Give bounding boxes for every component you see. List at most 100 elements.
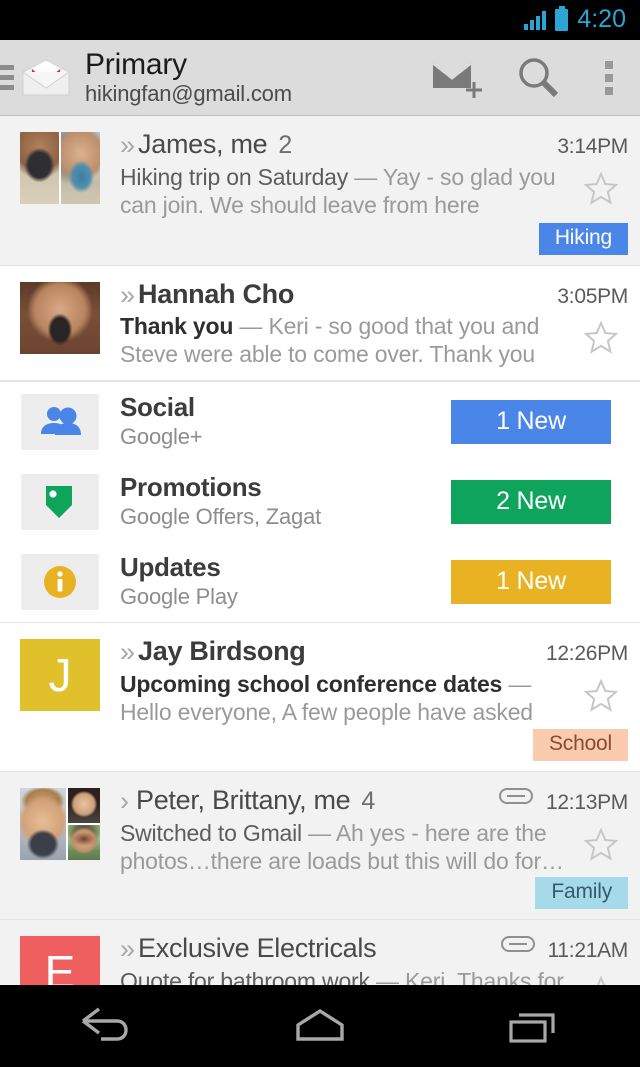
price-tag-icon: [42, 483, 78, 521]
snippet: Upcoming school conference dates — Hello…: [120, 670, 574, 728]
snippet: Hiking trip on Saturday — Yay - so glad …: [120, 163, 574, 221]
snippet: Switched to Gmail — Ah yes - here are th…: [120, 819, 574, 875]
conversation-content: › Peter, Brittany, me 4 12:13PM Switched…: [120, 786, 640, 919]
status-bar: 4:20: [0, 0, 640, 40]
snippet: Thank you — Keri - so good that you and …: [120, 312, 574, 370]
message-count: 4: [361, 787, 375, 816]
dash: —: [354, 164, 377, 190]
avatar-cell: [0, 280, 120, 380]
conversation-header: » Hannah Cho 3:05PM: [120, 280, 628, 310]
subject: Upcoming school conference dates: [120, 671, 502, 697]
category-row-social[interactable]: Social Google+ 1 New: [0, 382, 640, 462]
dash: —: [239, 313, 262, 339]
label-strip: School: [120, 729, 628, 761]
avatar-photo: [68, 825, 100, 860]
info-icon: [41, 563, 79, 601]
avatar-cell: J: [0, 637, 120, 771]
conversation-header: › Peter, Brittany, me 4 12:13PM: [120, 786, 628, 816]
avatar-photo: [20, 788, 66, 860]
compose-button[interactable]: [416, 40, 497, 115]
avatar-cell: [0, 130, 120, 265]
status-clock: 4:20: [577, 7, 626, 34]
hamburger-menu-icon[interactable]: [0, 65, 16, 90]
page-title: Primary: [85, 49, 416, 81]
avatar: [20, 132, 100, 204]
category-title: Promotions: [120, 473, 451, 502]
dash: —: [508, 671, 531, 697]
double-chevron-icon: »: [120, 639, 131, 666]
category-text: Social Google+: [120, 393, 451, 451]
android-nav-bar: [0, 985, 640, 1067]
back-nav-button[interactable]: [0, 985, 213, 1067]
account-email: hikingfan@gmail.com: [85, 82, 416, 107]
conversation-content: » Jay Birdsong 12:26PM Upcoming school c…: [120, 637, 640, 771]
star-outline-icon: [584, 828, 618, 861]
category-row-updates[interactable]: Updates Google Play 1 New: [0, 542, 640, 622]
dash: —: [308, 820, 331, 846]
snippet-text: Hello everyone, A few people have asked …: [120, 699, 533, 727]
recents-nav-icon: [501, 1005, 565, 1047]
search-icon: [514, 54, 562, 102]
category-badge[interactable]: 2 New: [451, 480, 611, 524]
category-row-promotions[interactable]: Promotions Google Offers, Zagat 2 New: [0, 462, 640, 542]
recents-nav-button[interactable]: [427, 985, 640, 1067]
sender-name: Jay Birdsong: [138, 637, 305, 667]
conversation-row[interactable]: › Peter, Brittany, me 4 12:13PM Switched…: [0, 772, 640, 920]
home-nav-button[interactable]: [213, 985, 426, 1067]
single-chevron-icon: ›: [120, 788, 129, 815]
category-icon-cell: [0, 394, 120, 450]
category-subtitle: Google Offers, Zagat: [120, 504, 451, 530]
sender-name: James, me: [138, 130, 267, 160]
category-badge[interactable]: 1 New: [451, 400, 611, 444]
message-count: 2: [278, 131, 292, 160]
search-button[interactable]: [497, 40, 578, 115]
label-chip[interactable]: Hiking: [539, 223, 628, 255]
category-icon-bg: [21, 394, 99, 450]
label-chip[interactable]: Family: [535, 877, 628, 909]
star-button[interactable]: [574, 670, 628, 712]
category-badge[interactable]: 1 New: [451, 560, 611, 604]
conversation-row[interactable]: » James, me 2 3:14PM Hiking trip on Satu…: [0, 116, 640, 266]
conversation-row[interactable]: J » Jay Birdsong 12:26PM Upcoming school…: [0, 623, 640, 772]
conversation-row[interactable]: » Hannah Cho 3:05PM Thank you — Keri - s…: [0, 266, 640, 381]
category-icon-bg: [21, 554, 99, 610]
sender-name: Peter, Brittany, me: [136, 786, 350, 816]
avatar-cell: [0, 786, 120, 919]
category-title: Social: [120, 393, 451, 422]
star-button[interactable]: [574, 312, 628, 354]
app-bar-titles[interactable]: Primary hikingfan@gmail.com: [85, 49, 416, 107]
double-chevron-icon: »: [120, 132, 131, 159]
star-outline-icon: [584, 321, 618, 354]
star-button[interactable]: [574, 163, 628, 205]
conversation-header: » Exclusive Electricals 11:21AM: [120, 934, 628, 964]
overflow-button[interactable]: [578, 40, 640, 115]
sender-name: Exclusive Electricals: [138, 934, 376, 964]
category-group: Social Google+ 1 New Promotions G: [0, 381, 640, 623]
label-strip: Family: [120, 877, 628, 909]
snippet-row: Thank you — Keri - so good that you and …: [120, 312, 628, 370]
avatar: [20, 788, 100, 860]
timestamp: 12:13PM: [546, 791, 628, 815]
timestamp: 3:05PM: [557, 285, 628, 309]
conversation-header: » Jay Birdsong 12:26PM: [120, 637, 628, 667]
star-outline-icon: [584, 679, 618, 712]
avatar-photo-column: [68, 788, 100, 860]
category-title: Updates: [120, 553, 451, 582]
gmail-logo-icon: [20, 58, 72, 98]
label-chip[interactable]: School: [533, 729, 628, 761]
timestamp: 12:26PM: [546, 642, 628, 666]
back-nav-icon: [75, 1005, 139, 1047]
compose-mail-icon: [430, 56, 484, 100]
double-chevron-icon: »: [120, 282, 131, 309]
label-strip: Hiking: [120, 223, 628, 255]
subject: Switched to Gmail: [120, 820, 302, 846]
avatar-photo: [20, 132, 59, 204]
star-button[interactable]: [574, 819, 628, 861]
gmail-app-screen: 4:20 Primary hikingfan@gmail.com: [0, 0, 640, 1067]
avatar-photo: [20, 282, 100, 354]
timestamp: 3:14PM: [557, 135, 628, 159]
snippet-row: Switched to Gmail — Ah yes - here are th…: [120, 819, 628, 875]
battery-full-icon: [555, 9, 568, 31]
avatar: [20, 282, 100, 354]
home-nav-icon: [288, 1005, 352, 1047]
